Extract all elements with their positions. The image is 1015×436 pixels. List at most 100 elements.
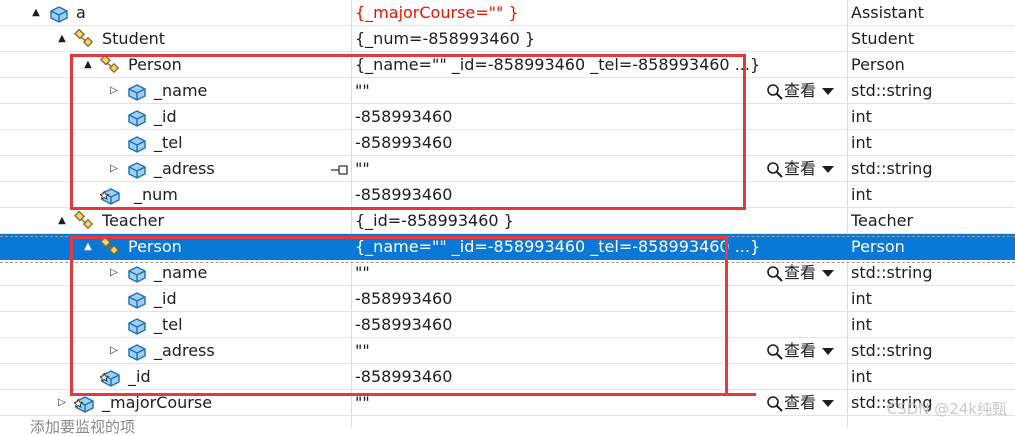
row-name: Teacher <box>102 211 165 230</box>
row-value[interactable]: -858993460 <box>355 182 845 207</box>
magnifier-icon <box>766 263 784 282</box>
protected-field-icon <box>98 185 122 205</box>
collapse-arrow-icon[interactable]: ▲ <box>82 52 94 77</box>
row-type: int <box>851 107 872 126</box>
field-icon <box>126 133 148 153</box>
row-type: int <box>851 289 872 308</box>
watch-row[interactable]: _id -858993460 int <box>0 286 1015 312</box>
magnifier-icon <box>766 81 784 100</box>
row-value[interactable]: -858993460 <box>355 286 845 311</box>
row-type: std::string <box>851 263 933 282</box>
watch-row[interactable]: ▲ a {_majorCourse="" } Assistant <box>0 0 1015 26</box>
watch-row[interactable]: ▷ _name "" 查看 std::string <box>0 260 1015 286</box>
field-icon <box>126 341 148 361</box>
row-name: _id <box>154 289 177 308</box>
watch-row[interactable]: ▷ _name "" 查看 std::string <box>0 78 1015 104</box>
row-value[interactable]: {_name="" _id=-858993460 _tel=-858993460… <box>355 234 845 259</box>
watch-row[interactable]: _tel -858993460 int <box>0 130 1015 156</box>
row-type: Student <box>851 29 914 48</box>
row-type: std::string <box>851 341 933 360</box>
row-type: Teacher <box>851 211 914 230</box>
watch-row[interactable]: _tel -858993460 int <box>0 312 1015 338</box>
row-value[interactable]: -858993460 <box>355 364 845 389</box>
view-label: 查看 <box>784 393 817 412</box>
expand-arrow-icon[interactable]: ▷ <box>108 78 120 103</box>
view-visualizer-button[interactable]: 查看 <box>766 156 835 181</box>
dropdown-arrow-icon[interactable] <box>822 341 835 360</box>
watch-row[interactable]: ▲ Student {_num=-858993460 } Student <box>0 26 1015 52</box>
row-value[interactable]: {_num=-858993460 } <box>355 26 845 51</box>
dropdown-arrow-icon[interactable] <box>822 263 835 282</box>
row-name: _adress <box>154 159 215 178</box>
dropdown-arrow-icon[interactable] <box>822 393 835 412</box>
row-value[interactable]: -858993460 <box>355 312 845 337</box>
row-name: _adress <box>154 341 215 360</box>
watch-row[interactable]: ▲ Person {_name="" _id=-858993460 _tel=-85… <box>0 52 1015 78</box>
view-visualizer-button[interactable]: 查看 <box>766 338 835 363</box>
collapse-arrow-icon[interactable]: ▲ <box>82 234 94 259</box>
view-visualizer-button[interactable]: 查看 <box>766 78 835 103</box>
row-type: int <box>851 185 872 204</box>
row-name: Student <box>102 29 165 48</box>
field-icon <box>126 289 148 309</box>
row-name: Person <box>128 237 182 256</box>
watch-row[interactable]: ▲ Teacher {_id=-858993460 } Teacher <box>0 208 1015 234</box>
row-name: _tel <box>154 315 183 334</box>
dropdown-arrow-icon[interactable] <box>822 81 835 100</box>
expand-arrow-icon[interactable]: ▷ <box>108 338 120 363</box>
field-icon <box>126 107 148 127</box>
collapse-arrow-icon[interactable]: ▲ <box>56 208 68 233</box>
row-value[interactable]: {_id=-858993460 } <box>355 208 845 233</box>
row-value[interactable]: {_majorCourse="" } <box>355 0 845 25</box>
field-icon <box>126 263 148 283</box>
watermark: CSDN @24k纯甄 <box>886 400 1007 418</box>
magnifier-icon <box>766 393 784 412</box>
protected-field-icon <box>98 367 122 387</box>
base-class-icon <box>99 54 122 75</box>
focus-dotted-line-bottom <box>0 262 1015 263</box>
view-label: 查看 <box>784 263 817 282</box>
dropdown-arrow-icon[interactable] <box>822 159 835 178</box>
row-name: _name <box>154 81 208 100</box>
view-visualizer-button[interactable]: 查看 <box>766 260 835 285</box>
row-value[interactable]: -858993460 <box>355 104 845 129</box>
watch-row[interactable]: ▲ Person {_name="" _id=-858993460 _tel=-85… <box>0 234 1015 260</box>
base-class-icon <box>99 236 122 257</box>
view-label: 查看 <box>784 81 817 100</box>
magnifier-icon <box>766 341 784 360</box>
field-icon <box>126 159 148 179</box>
field-icon <box>126 315 148 335</box>
row-name: a <box>76 3 86 22</box>
row-type: std::string <box>851 159 933 178</box>
base-class-icon <box>73 210 96 231</box>
watch-row[interactable]: ▷ _adress "" 查看 std::string <box>0 156 1015 182</box>
pin-icon[interactable] <box>330 162 350 181</box>
collapse-arrow-icon[interactable]: ▲ <box>30 0 42 25</box>
magnifier-icon <box>766 159 784 178</box>
row-name: _tel <box>154 133 183 152</box>
watch-row[interactable]: _num -858993460 int <box>0 182 1015 208</box>
watch-row[interactable]: ▷ _adress "" 查看 std::string <box>0 338 1015 364</box>
row-name: Person <box>128 55 182 74</box>
row-type: Person <box>851 237 905 256</box>
row-type: int <box>851 315 872 334</box>
view-label: 查看 <box>784 341 817 360</box>
row-name: _num <box>134 185 178 204</box>
row-type: int <box>851 367 872 386</box>
watch-row[interactable]: _id -858993460 int <box>0 364 1015 390</box>
watch-row[interactable]: ▷ _majorCourse "" 查看 std::string <box>0 390 1015 416</box>
add-watch-item-placeholder[interactable]: 添加要监视的项 <box>30 418 135 436</box>
protected-field-icon <box>72 393 96 413</box>
field-icon <box>126 81 148 101</box>
row-value[interactable]: {_name="" _id=-858993460 _tel=-858993460… <box>355 52 845 77</box>
highlight-box-extension <box>728 393 756 396</box>
view-label: 查看 <box>784 159 817 178</box>
expand-arrow-icon[interactable]: ▷ <box>108 260 120 285</box>
expand-arrow-icon[interactable]: ▷ <box>108 156 120 181</box>
class-object-icon <box>48 3 70 23</box>
expand-arrow-icon[interactable]: ▷ <box>56 390 68 415</box>
watch-row[interactable]: _id -858993460 int <box>0 104 1015 130</box>
collapse-arrow-icon[interactable]: ▲ <box>56 26 68 51</box>
row-value[interactable]: -858993460 <box>355 130 845 155</box>
view-visualizer-button[interactable]: 查看 <box>766 390 835 415</box>
